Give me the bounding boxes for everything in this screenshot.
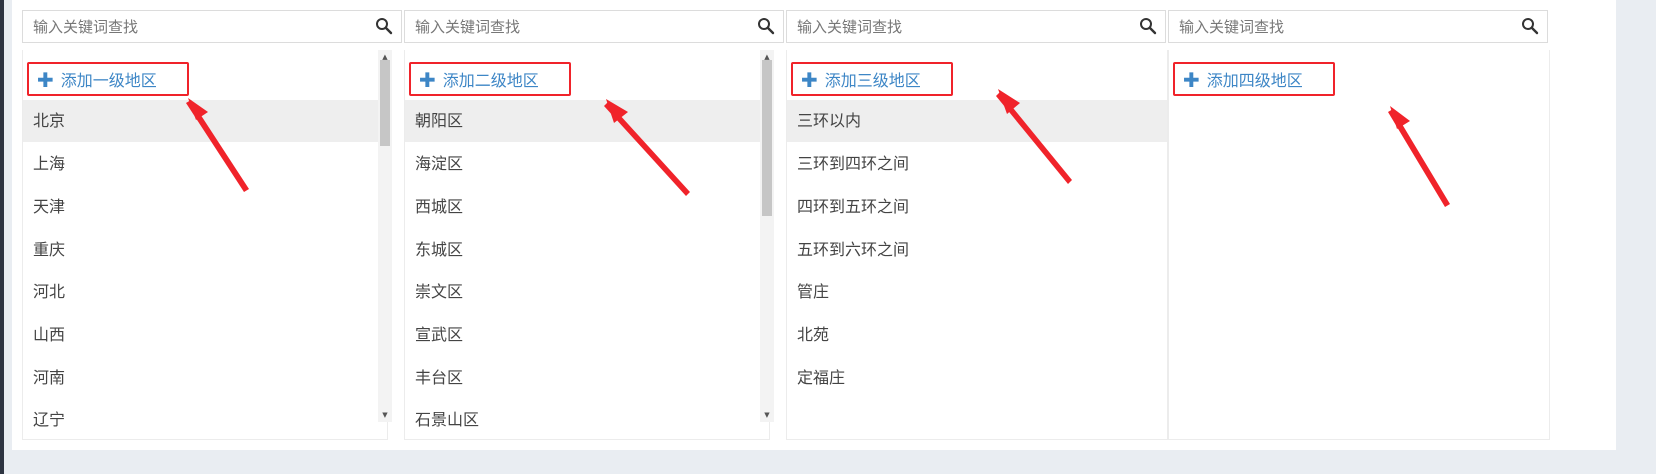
list-item[interactable]: 北苑 [787, 314, 1167, 356]
list-item[interactable]: 崇文区 [405, 271, 769, 313]
list-item[interactable]: 北京 [23, 100, 387, 142]
list-item[interactable]: 定福庄 [787, 357, 1167, 399]
scrollbar-thumb[interactable] [380, 60, 390, 146]
scroll-down-icon[interactable]: ▼ [378, 408, 392, 422]
plus-icon: ✚ [801, 68, 818, 92]
list-item[interactable]: 河南 [23, 357, 387, 399]
list-item[interactable]: 宣武区 [405, 314, 769, 356]
list-item[interactable]: 四环到五环之间 [787, 186, 1167, 228]
region-list: ✚ 添加三级地区 三环以内 三环到四环之间 四环到五环之间 五环到六环之间 管庄 … [786, 50, 1168, 440]
list-item[interactable]: 五环到六环之间 [787, 229, 1167, 271]
list-scrollbar[interactable]: ▲ ▼ [378, 50, 392, 422]
list-item[interactable]: 东城区 [405, 229, 769, 271]
search-box [22, 10, 402, 43]
search-box [404, 10, 784, 43]
list-item[interactable]: 河北 [23, 271, 387, 313]
plus-icon: ✚ [419, 68, 436, 92]
list-item[interactable]: 朝阳区 [405, 100, 769, 142]
list-item[interactable]: 山西 [23, 314, 387, 356]
add-region-button[interactable]: ✚ 添加三级地区 [791, 62, 953, 96]
search-input[interactable] [1179, 17, 1509, 37]
search-icon[interactable] [1139, 17, 1157, 35]
list-item[interactable]: 三环到四环之间 [787, 143, 1167, 185]
region-column-level-1: ✚添加一级地区 北京 上海 天津 重庆 河北 山西 河南 辽宁 ▲ ▼ [22, 10, 404, 440]
search-input[interactable] [797, 17, 1127, 37]
region-list: ✚ 添加一级地区 北京 上海 天津 重庆 河北 山西 河南 辽宁 [22, 50, 388, 440]
list-item[interactable]: 重庆 [23, 229, 387, 271]
search-box [1168, 10, 1548, 43]
side-nav-edge [0, 0, 4, 474]
list-item[interactable]: 天津 [23, 186, 387, 228]
region-column-level-3: ✚添加三级地区 三环以内 三环到四环之间 四环到五环之间 五环到六环之间 管庄 … [786, 10, 1168, 440]
search-icon[interactable] [757, 17, 775, 35]
search-input[interactable] [33, 17, 363, 37]
search-box [786, 10, 1166, 43]
list-item[interactable]: 三环以内 [787, 100, 1167, 142]
list-item[interactable]: 石景山区 [405, 399, 769, 439]
search-icon[interactable] [1521, 17, 1539, 35]
plus-icon: ✚ [1183, 68, 1200, 92]
add-region-button[interactable]: ✚ 添加四级地区 [1173, 62, 1335, 96]
list-item[interactable]: 上海 [23, 143, 387, 185]
region-list: ✚ 添加四级地区 [1168, 50, 1550, 440]
list-scrollbar[interactable]: ▲ ▼ [760, 50, 774, 422]
region-list: ✚ 添加二级地区 朝阳区 海淀区 西城区 东城区 崇文区 宣武区 丰台区 石景山区 [404, 50, 770, 440]
list-item[interactable]: 西城区 [405, 186, 769, 228]
search-icon[interactable] [375, 17, 393, 35]
plus-icon: ✚ [37, 68, 54, 92]
list-item[interactable]: 海淀区 [405, 143, 769, 185]
add-region-button[interactable]: ✚ 添加一级地区 [27, 62, 189, 96]
add-region-button[interactable]: ✚ 添加二级地区 [409, 62, 571, 96]
scroll-down-icon[interactable]: ▼ [760, 408, 774, 422]
list-item[interactable]: 丰台区 [405, 357, 769, 399]
scrollbar-thumb[interactable] [762, 60, 772, 216]
list-item[interactable]: 管庄 [787, 271, 1167, 313]
region-column-level-2: ✚添加二级地区 朝阳区 海淀区 西城区 东城区 崇文区 宣武区 丰台区 石景山区… [404, 10, 786, 440]
region-selector-panel: ✚添加一级地区 北京 上海 天津 重庆 河北 山西 河南 辽宁 ▲ ▼ ✚添加二… [12, 0, 1616, 450]
search-input[interactable] [415, 17, 745, 37]
list-item[interactable]: 辽宁 [23, 399, 387, 439]
region-column-level-4: ✚添加四级地区 [1168, 10, 1550, 440]
